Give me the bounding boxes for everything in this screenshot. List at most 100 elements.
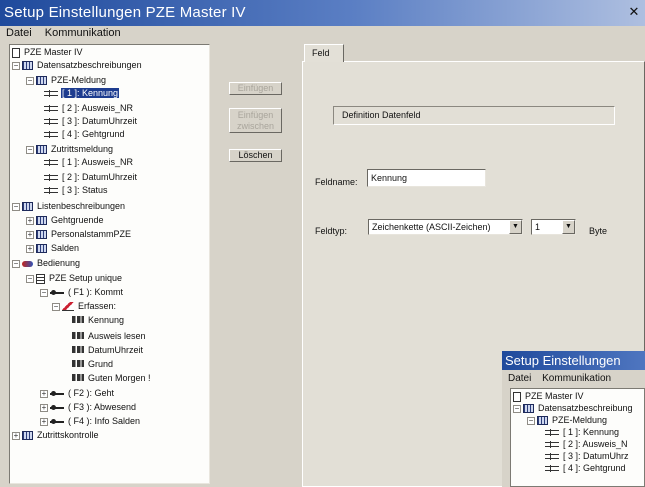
tree-node-label: Datensatzbeschreibung [538, 403, 633, 413]
tree-node-label: [ 3 ]: DatumUhrz [563, 451, 629, 461]
collapse-icon[interactable]: − [527, 416, 535, 425]
collapse-icon[interactable]: − [52, 302, 60, 311]
tree-node[interactable]: + PersonalstammPZE [26, 228, 132, 241]
tree-node[interactable]: Kennung [72, 314, 125, 327]
tree-node[interactable]: − ( F1 ): Kommt [40, 286, 124, 299]
second-menu-file[interactable]: Datei [508, 373, 531, 384]
tree-node[interactable]: + ( F4 ): Info Salden [40, 415, 141, 428]
fieldtype-value: Zeichenkette (ASCII-Zeichen) [372, 222, 491, 232]
field-icon [44, 159, 58, 167]
dot-icon [50, 289, 64, 295]
expand-icon[interactable]: + [40, 417, 48, 426]
tree-node-label: Ausweis lesen [88, 331, 146, 341]
tree-node[interactable]: Guten Morgen ! [72, 372, 152, 385]
dot-icon [50, 404, 64, 410]
field-icon [44, 174, 58, 182]
title-bar: Setup Einstellungen PZE Master IV ✕ [0, 0, 645, 26]
tree-node[interactable]: [ 1 ]: Kennung [44, 87, 120, 100]
tree-node-label: [ 1 ]: Kennung [563, 427, 620, 437]
field-icon [44, 105, 58, 113]
tree-node[interactable]: − PZE-Meldung [26, 74, 107, 87]
close-icon[interactable]: ✕ [627, 5, 641, 19]
collapse-icon[interactable]: − [26, 76, 34, 85]
expand-icon[interactable]: + [40, 389, 48, 398]
collapse-icon[interactable]: − [513, 404, 521, 413]
collapse-icon[interactable]: − [26, 145, 34, 154]
collapse-icon[interactable]: − [12, 259, 20, 268]
insert-button[interactable]: Einfügen [229, 82, 282, 95]
tree-node-label: PZE Master IV [525, 391, 584, 401]
collapse-icon[interactable]: − [40, 288, 48, 297]
fieldname-label: Feldname: [315, 177, 358, 187]
expand-icon[interactable]: + [26, 244, 34, 253]
tree-node[interactable]: [ 3 ]: DatumUhrzeit [44, 115, 138, 128]
tree-node[interactable]: + ( F2 ): Geht [40, 387, 115, 400]
expand-icon[interactable]: + [26, 216, 34, 225]
tree-node[interactable]: − Bedienung [12, 257, 81, 270]
collapse-icon[interactable]: − [12, 202, 20, 211]
tree-node[interactable]: − Zutrittsmeldung [26, 143, 114, 156]
definition-group: Definition Datenfeld [333, 106, 615, 125]
length-value: 1 [535, 222, 541, 232]
tree-node[interactable]: + Gehtgruende [26, 214, 105, 227]
grid-icon [36, 76, 47, 86]
fieldtype-select[interactable]: Zeichenkette (ASCII-Zeichen) ▼ [368, 219, 523, 235]
chevron-down-icon[interactable]: ▼ [509, 220, 522, 234]
tree-node[interactable]: Ausweis lesen [72, 330, 147, 343]
field-icon [44, 118, 58, 126]
tree-node[interactable]: + Zutrittskontrolle [12, 429, 100, 442]
tree-node-label: Guten Morgen ! [88, 373, 151, 383]
expand-icon[interactable]: + [26, 230, 34, 239]
expand-icon[interactable]: + [40, 403, 48, 412]
second-setup-window: Setup Einstellungen Datei Kommunikation … [502, 351, 645, 487]
tree-node-label: Bedienung [37, 258, 81, 268]
collapse-icon[interactable]: − [12, 61, 20, 70]
insert-between-button[interactable]: Einfügen zwischen [229, 108, 282, 133]
tree-node[interactable]: DatumUhrzeit [72, 344, 144, 357]
settings-tree[interactable]: PZE Master IV − Datensatzbeschreibungen − PZ… [9, 44, 210, 484]
tree-node-label: [ 1 ]: Ausweis_NR [62, 157, 134, 167]
tree-node[interactable]: − Erfassen: [52, 300, 117, 313]
tree-node-label: DatumUhrzeit [88, 345, 144, 355]
tree-node[interactable]: − PZE Setup unique [26, 272, 123, 285]
field-icon [44, 90, 58, 98]
field-icon [44, 131, 58, 139]
tree-node[interactable]: [ 2 ]: DatumUhrzeit [44, 171, 138, 184]
second-menu-bar: Datei Kommunikation [502, 370, 645, 387]
tree-node[interactable]: PZE Master IV [12, 46, 84, 59]
grid-icon [22, 202, 33, 212]
menu-bar: Datei Kommunikation [0, 26, 645, 41]
second-menu-communication[interactable]: Kommunikation [542, 373, 611, 384]
tree-node[interactable]: + ( F3 ): Abwesend [40, 401, 137, 414]
tree-node[interactable]: [ 3 ]: Status [44, 184, 109, 197]
expand-icon[interactable]: + [12, 431, 20, 440]
window-title: Setup Einstellungen PZE Master IV [4, 4, 246, 21]
tree-node[interactable]: [ 2 ]: Ausweis_NR [44, 102, 134, 115]
tree-node-label: Salden [51, 243, 80, 253]
tree-node[interactable]: [ 4 ]: Gehtgrund [44, 128, 126, 141]
tree-node-label: [ 2 ]: Ausweis_N [563, 439, 628, 449]
length-select[interactable]: 1 ▼ [531, 219, 576, 235]
tree-node[interactable]: − Datensatzbeschreibungen [12, 59, 143, 72]
menu-communication[interactable]: Kommunikation [45, 27, 121, 39]
delete-button[interactable]: Löschen [229, 149, 282, 162]
tab-feld[interactable]: Feld [304, 44, 344, 62]
tree-node[interactable]: [ 4 ]: Gehtgrund [545, 462, 627, 475]
step-icon [72, 346, 84, 354]
doc-icon [513, 391, 521, 402]
tree-node[interactable]: + Salden [26, 242, 80, 255]
field-icon [545, 465, 559, 473]
tree-node-label: PZE-Meldung [552, 415, 608, 425]
second-settings-tree[interactable]: PZE Master IV − Datensatzbeschreibung − PZE-… [510, 388, 645, 487]
chevron-down-icon[interactable]: ▼ [562, 220, 575, 234]
step-icon [72, 374, 84, 382]
tree-node-label: [ 4 ]: Gehtgrund [563, 463, 626, 473]
tree-node-label: PersonalstammPZE [51, 229, 132, 239]
tree-node[interactable]: − Listenbeschreibungen [12, 200, 126, 213]
tree-node[interactable]: [ 1 ]: Ausweis_NR [44, 156, 134, 169]
menu-file[interactable]: Datei [6, 27, 32, 39]
tree-node[interactable]: Grund [72, 358, 114, 371]
fieldname-input[interactable]: Kennung [367, 169, 486, 187]
collapse-icon[interactable]: − [26, 274, 34, 283]
tree-node-label: ( F3 ): Abwesend [68, 402, 137, 412]
